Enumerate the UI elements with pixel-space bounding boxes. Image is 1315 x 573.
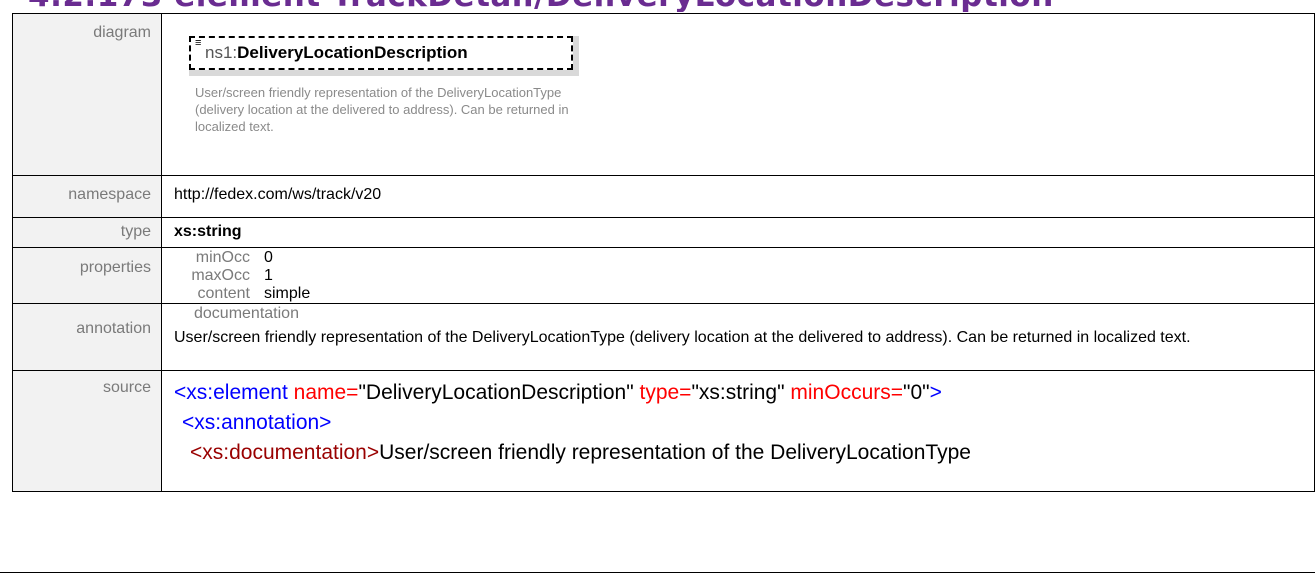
source-code: <xs:element name="DeliveryLocationDescri… (174, 371, 1314, 468)
source-cell: <xs:element name="DeliveryLocationDescri… (161, 370, 1315, 492)
properties-list: minOcc 0 maxOcc 1 content simple (174, 248, 1314, 303)
element-name: ns1:DeliveryLocationDescription (205, 43, 468, 63)
src-tag: <xs:documentation> (190, 441, 380, 464)
namespace-row: namespace http://fedex.com/ws/track/v20 (12, 175, 1315, 218)
src-attr-value: "xs:string" (691, 381, 785, 404)
annotation-cell: documentation User/screen friendly repre… (161, 303, 1315, 371)
namespace-label-cell: namespace (12, 175, 162, 218)
source-line-2: <xs:annotation> (174, 408, 1314, 438)
documentation-text: User/screen friendly representation of t… (174, 329, 1191, 346)
element-name-text: DeliveryLocationDescription (237, 43, 468, 62)
prop-value: 1 (264, 267, 273, 284)
properties-label: properties (79, 259, 151, 276)
annotation-label: annotation (76, 320, 151, 337)
src-attr: minOccurs= (784, 381, 904, 404)
namespace-label: namespace (68, 186, 151, 203)
properties-row: properties minOcc 0 maxOcc 1 content simple (12, 247, 1315, 304)
properties-cell: minOcc 0 maxOcc 1 content simple (161, 247, 1315, 304)
src-attr-value: "DeliveryLocationDescription" (358, 381, 634, 404)
element-prefix: ns1: (205, 43, 238, 62)
source-label: source (102, 379, 151, 396)
src-tag: <xs:annotation> (182, 411, 332, 434)
prop-key: minOcc (195, 249, 250, 266)
source-line-1: <xs:element name="DeliveryLocationDescri… (174, 378, 1314, 408)
documentation-icon: ≡ (195, 37, 202, 49)
type-cell: xs:string (161, 217, 1315, 248)
namespace-cell: http://fedex.com/ws/track/v20 (161, 175, 1315, 218)
src-attr-value: "0" (903, 381, 930, 404)
annotation-row: annotation documentation User/screen fri… (12, 303, 1315, 371)
type-value: xs:string (174, 223, 242, 240)
annotation-label-cell: annotation (12, 303, 162, 371)
type-label-cell: type (12, 217, 162, 248)
src-tag-close: > (929, 381, 942, 404)
type-row: type xs:string (12, 217, 1315, 248)
element-box: ≡ ns1:DeliveryLocationDescription (189, 36, 573, 70)
source-line-3: <xs:documentation>User/screen friendly r… (174, 438, 1314, 468)
namespace-value: http://fedex.com/ws/track/v20 (174, 186, 382, 203)
src-text: User/screen friendly representation of t… (379, 441, 971, 464)
section-heading-text: 4.2.173 element TrackDetail/DeliveryLoca… (28, 0, 1054, 12)
element-diagram: ≡ ns1:DeliveryLocationDescription User/s… (189, 36, 579, 135)
prop-key: maxOcc (191, 267, 250, 284)
diagram-documentation: User/screen friendly representation of t… (195, 85, 569, 134)
src-attr: type= (633, 381, 692, 404)
source-row: source <xs:element name="DeliveryLocatio… (12, 370, 1315, 492)
diagram-label-cell: diagram (12, 13, 162, 176)
prop-value: 0 (264, 249, 273, 266)
src-attr: name= (287, 381, 359, 404)
element-box-shadow: ≡ ns1:DeliveryLocationDescription (189, 36, 579, 76)
type-label: type (120, 223, 151, 240)
section-heading: 4.2.173 element TrackDetail/DeliveryLoca… (0, 0, 1315, 12)
src-tag-open: <xs:element (174, 381, 288, 404)
diagram-label: diagram (93, 24, 151, 41)
prop-key: content (197, 285, 250, 302)
documentation-label: documentation (194, 305, 299, 322)
source-label-cell: source (12, 370, 162, 492)
prop-value: simple (264, 285, 311, 302)
properties-label-cell: properties (12, 247, 162, 304)
